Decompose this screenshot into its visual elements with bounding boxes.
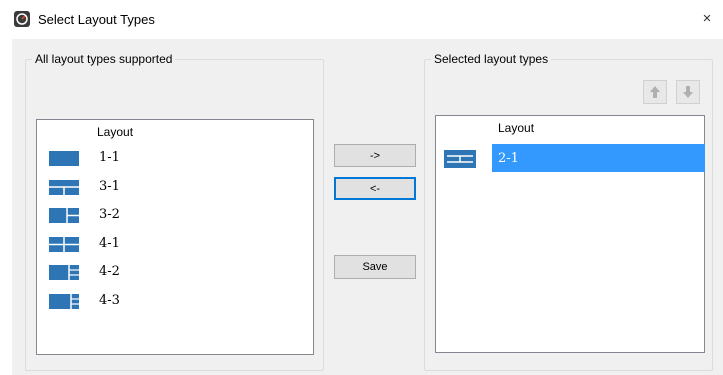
selected-layouts-group-label: Selected layout types	[431, 52, 552, 66]
window-title: Select Layout Types	[38, 12, 155, 27]
layout-4-1-icon	[49, 237, 79, 252]
list-item[interactable]: 4-3	[37, 290, 313, 312]
list-item[interactable]: 1-1	[37, 147, 313, 169]
list-item-label: 1-1	[99, 150, 120, 165]
add-button[interactable]: ->	[334, 144, 416, 167]
list-item-label: 4-2	[99, 264, 120, 279]
list-item[interactable]: 4-2	[37, 261, 313, 283]
list-item-label: 2-1	[498, 151, 519, 166]
arrow-down-icon[interactable]	[676, 80, 700, 104]
layout-1-1-icon	[49, 151, 79, 166]
list-item-label: 3-1	[99, 179, 120, 194]
list-item[interactable]: 3-1	[37, 176, 313, 198]
arrow-up-icon[interactable]	[643, 80, 667, 104]
save-button[interactable]: Save	[334, 255, 416, 279]
title-bar: Select Layout Types ×	[0, 0, 723, 38]
selection-highlight	[492, 144, 705, 172]
list-item-label: 4-3	[99, 293, 120, 308]
list-item-label: 4-1	[99, 236, 120, 251]
layout-column-header: Layout	[97, 125, 134, 139]
list-item[interactable]: 3-2	[37, 204, 313, 226]
layout-3-1-icon	[49, 180, 79, 195]
list-item[interactable]: 2-1	[436, 144, 705, 172]
all-layouts-group: All layout types supported Layout 1-1 3-…	[25, 52, 324, 371]
layout-3-2-icon	[49, 208, 79, 223]
remove-button[interactable]: <-	[334, 177, 416, 200]
app-icon	[14, 11, 30, 27]
all-layouts-list[interactable]: Layout 1-1 3-1 3-2 4-1 4-2 4-3	[36, 119, 314, 355]
selected-layouts-list[interactable]: Layout 2-1	[435, 115, 705, 353]
list-item-label: 3-2	[99, 207, 120, 222]
list-item[interactable]: 4-1	[37, 233, 313, 255]
all-layouts-group-label: All layout types supported	[32, 52, 176, 66]
layout-4-2-icon	[49, 265, 79, 280]
layout-column-header: Layout	[498, 121, 535, 135]
selected-layouts-group: Selected layout types Layout 2-1	[424, 52, 713, 371]
layout-4-3-icon	[49, 294, 79, 309]
close-icon[interactable]: ×	[695, 6, 719, 30]
layout-2-1-icon	[444, 150, 476, 168]
dialog-body: All layout types supported Layout 1-1 3-…	[12, 39, 723, 375]
